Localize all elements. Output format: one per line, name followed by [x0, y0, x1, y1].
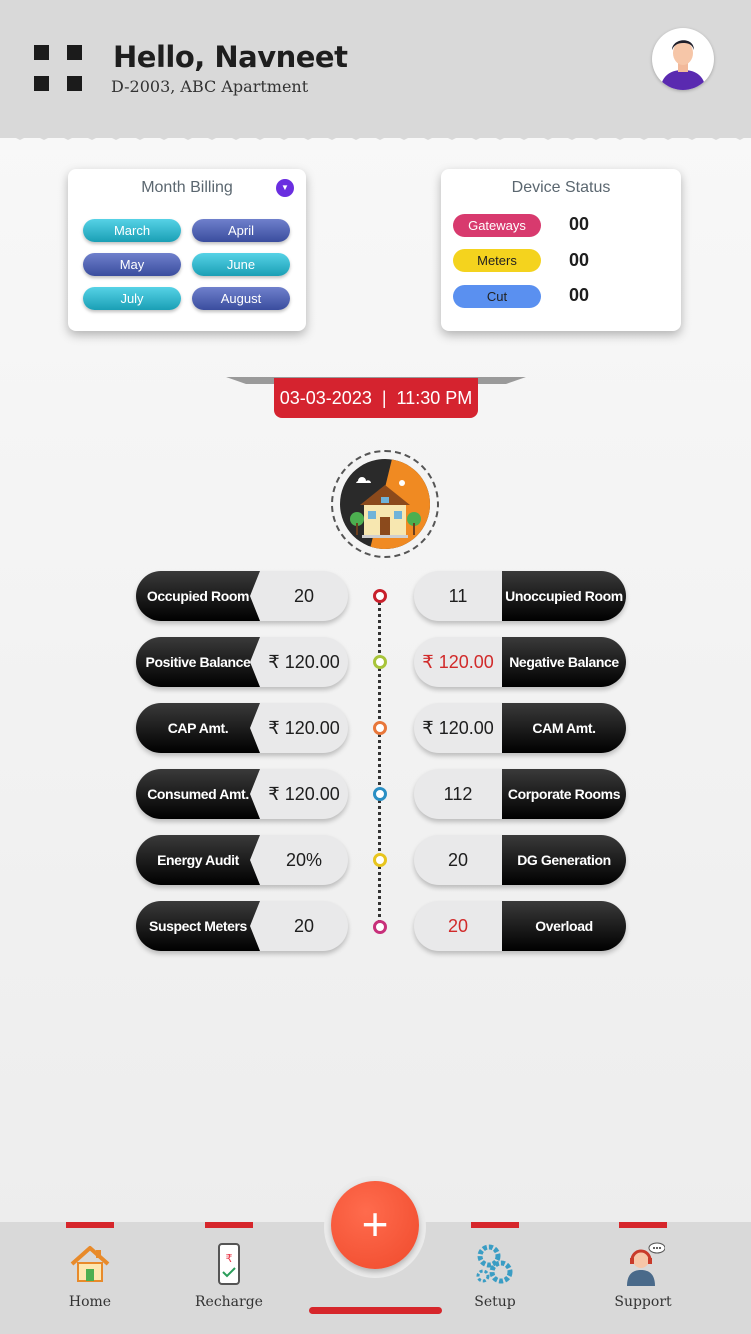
recharge-phone-icon: ₹ — [218, 1243, 240, 1285]
nav-home[interactable]: Home — [40, 1222, 140, 1334]
stat-label: Energy Audit — [136, 835, 260, 885]
month-button-march[interactable]: March — [83, 219, 181, 242]
nav-support[interactable]: Support — [593, 1222, 693, 1334]
device-status-title: Device Status — [511, 179, 611, 196]
nav-setup[interactable]: Setup — [445, 1222, 545, 1334]
svg-text:₹: ₹ — [226, 1252, 233, 1265]
gears-icon — [476, 1244, 513, 1284]
stat-negative-balance[interactable]: ₹ 120.00 Negative Balance — [414, 637, 626, 687]
stat-label: Negative Balance — [502, 637, 626, 687]
gateways-badge[interactable]: Gateways — [453, 214, 541, 237]
user-avatar-icon — [660, 40, 706, 90]
stat-label: Overload — [502, 901, 626, 951]
meters-count: 00 — [569, 250, 590, 270]
nav-support-label: Support — [614, 1294, 672, 1310]
month-button-june[interactable]: June — [192, 253, 290, 276]
stat-value: 11 — [448, 586, 468, 606]
stat-cam-amt[interactable]: ₹ 120.00 CAM Amt. — [414, 703, 626, 753]
month-button-july[interactable]: July — [83, 287, 181, 310]
stat-value: 20 — [447, 850, 469, 870]
stat-value: 20% — [285, 850, 323, 870]
stat-label: CAP Amt. — [136, 703, 260, 753]
stat-label: Consumed Amt. — [136, 769, 260, 819]
stat-label: Positive Balance — [136, 637, 260, 687]
property-emblem — [331, 450, 439, 558]
greeting-title: Hello, Navneet — [113, 40, 348, 74]
menu-grid-icon[interactable] — [34, 45, 84, 93]
month-billing-card: Month Billing ▼ March April May June Jul… — [68, 169, 306, 331]
stat-dg-generation[interactable]: 20 DG Generation — [414, 835, 626, 885]
device-status-card: Device Status Gateways 00 Meters 00 Cut … — [441, 169, 681, 331]
house-icon — [340, 459, 430, 549]
stat-value: ₹ 120.00 — [268, 784, 340, 804]
timeline-node — [373, 655, 387, 669]
stat-unoccupied-room[interactable]: 11 Unoccupied Room — [414, 571, 626, 621]
apartment-address: D-2003, ABC Apartment — [111, 77, 309, 96]
stat-value: 20 — [293, 586, 315, 606]
header-zigzag-edge — [0, 126, 751, 140]
stat-label: Occupied Room — [136, 571, 260, 621]
stat-label: Corporate Rooms — [502, 769, 626, 819]
stat-corporate-rooms[interactable]: 112 Corporate Rooms — [414, 769, 626, 819]
timeline-node — [373, 920, 387, 934]
timeline-node — [373, 853, 387, 867]
stat-value: 20 — [293, 916, 315, 936]
datetime-badge: 03-03-2023 | 11:30 PM — [274, 378, 478, 418]
stat-label: DG Generation — [502, 835, 626, 885]
chevron-down-icon[interactable]: ▼ — [276, 179, 294, 197]
stat-value: ₹ 120.00 — [422, 718, 494, 738]
stat-overload[interactable]: 20 Overload — [414, 901, 626, 951]
nav-setup-label: Setup — [474, 1294, 516, 1310]
cut-count: 00 — [569, 285, 590, 305]
stat-label: CAM Amt. — [502, 703, 626, 753]
meters-badge[interactable]: Meters — [453, 249, 541, 272]
stats-timeline — [378, 597, 381, 929]
stat-value: ₹ 120.00 — [422, 652, 494, 672]
cut-badge[interactable]: Cut — [453, 285, 541, 308]
stat-cap-amt[interactable]: CAP Amt. ₹ 120.00 — [136, 703, 348, 753]
nav-recharge-label: Recharge — [195, 1294, 263, 1310]
stat-value: 20 — [447, 916, 469, 936]
support-agent-icon — [627, 1242, 665, 1286]
month-button-august[interactable]: August — [192, 287, 290, 310]
stat-label: Unoccupied Room — [502, 571, 626, 621]
timeline-node — [373, 589, 387, 603]
add-button[interactable]: + — [331, 1181, 419, 1269]
gateways-count: 00 — [569, 214, 590, 234]
stat-value: ₹ 120.00 — [268, 652, 340, 672]
stat-value: 112 — [443, 784, 473, 804]
stat-positive-balance[interactable]: Positive Balance ₹ 120.00 — [136, 637, 348, 687]
stat-label: Suspect Meters — [136, 901, 260, 951]
stat-value: ₹ 120.00 — [268, 718, 340, 738]
stat-suspect-meters[interactable]: Suspect Meters 20 — [136, 901, 348, 951]
app-header: Hello, Navneet D-2003, ABC Apartment — [0, 0, 751, 138]
month-billing-title: Month Billing — [141, 179, 233, 196]
month-button-may[interactable]: May — [83, 253, 181, 276]
user-avatar[interactable] — [652, 28, 714, 90]
fab-indicator — [309, 1307, 442, 1314]
stat-consumed-amt[interactable]: Consumed Amt. ₹ 120.00 — [136, 769, 348, 819]
timeline-node — [373, 787, 387, 801]
home-icon — [70, 1246, 110, 1282]
stat-energy-audit[interactable]: Energy Audit 20% — [136, 835, 348, 885]
month-button-april[interactable]: April — [192, 219, 290, 242]
nav-recharge[interactable]: ₹ Recharge — [179, 1222, 279, 1334]
stat-occupied-room[interactable]: Occupied Room 20 — [136, 571, 348, 621]
timeline-node — [373, 721, 387, 735]
nav-home-label: Home — [68, 1294, 112, 1310]
